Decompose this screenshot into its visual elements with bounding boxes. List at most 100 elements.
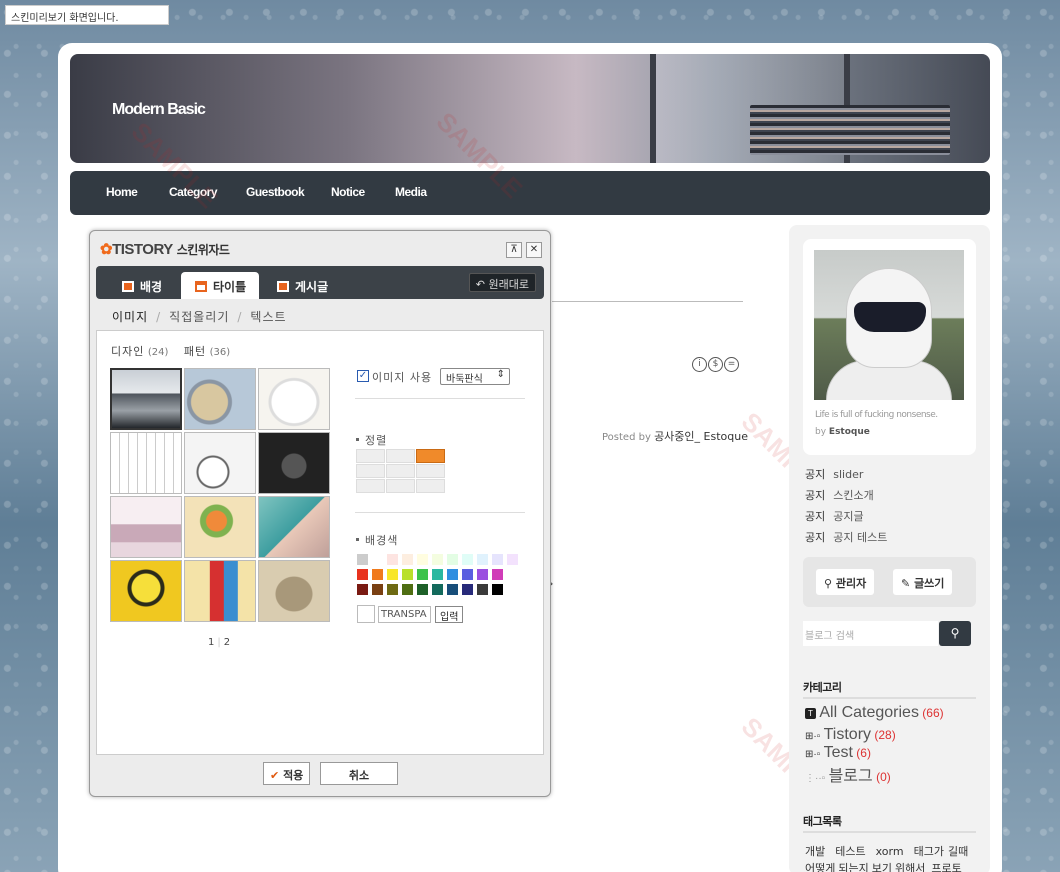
color-swatch[interactable] bbox=[401, 568, 414, 581]
tag-link[interactable]: 태그가 bbox=[914, 845, 944, 858]
tab-background[interactable]: 배경 bbox=[122, 272, 162, 299]
page-link[interactable]: 1 bbox=[208, 637, 214, 648]
color-swatch[interactable] bbox=[401, 583, 414, 596]
panel-tab-pattern[interactable]: 패턴 (36) bbox=[184, 345, 230, 358]
tag-link[interactable]: xorm bbox=[876, 845, 904, 858]
cancel-button[interactable]: 취소 bbox=[320, 762, 398, 785]
color-swatch[interactable] bbox=[476, 553, 489, 566]
site-title[interactable]: Modern Basic bbox=[112, 101, 206, 119]
admin-button[interactable]: ⚲ 관리자 bbox=[816, 569, 875, 595]
minimize-icon[interactable]: ⊼ bbox=[506, 242, 522, 258]
color-swatch[interactable] bbox=[491, 568, 504, 581]
close-icon[interactable]: ✕ bbox=[526, 242, 542, 258]
align-middle-center[interactable] bbox=[386, 464, 415, 478]
design-thumbnail[interactable] bbox=[184, 432, 256, 494]
tag-link[interactable]: 개발 bbox=[805, 845, 825, 858]
color-swatch[interactable] bbox=[446, 583, 459, 596]
color-swatch[interactable] bbox=[386, 553, 399, 566]
design-thumbnail[interactable] bbox=[184, 496, 256, 558]
category-item-all[interactable]: T All Categories (66) bbox=[805, 704, 944, 722]
color-swatch[interactable] bbox=[461, 553, 474, 566]
apply-button[interactable]: ✔ 적용 bbox=[263, 762, 311, 785]
notice-title[interactable]: 스킨소개 bbox=[833, 489, 873, 502]
nav-home[interactable]: Home bbox=[106, 185, 138, 199]
align-bottom-center[interactable] bbox=[386, 479, 415, 493]
list-item[interactable]: 공지 스킨소개 bbox=[805, 487, 887, 508]
list-item[interactable]: 공지 공지 테스트 bbox=[805, 529, 887, 550]
align-top-center[interactable] bbox=[386, 449, 415, 463]
color-swatch[interactable] bbox=[416, 553, 429, 566]
list-item[interactable]: 공지 slider bbox=[805, 466, 887, 487]
category-item-tistory[interactable]: ⊞·▫ Tistory (28) bbox=[805, 726, 896, 744]
color-swatch[interactable] bbox=[371, 568, 384, 581]
design-thumbnail[interactable] bbox=[258, 560, 330, 622]
color-swatch[interactable] bbox=[416, 583, 429, 596]
color-swatch[interactable] bbox=[356, 553, 369, 566]
category-item-test[interactable]: ⊞·▫ Test (6) bbox=[805, 744, 871, 762]
color-swatch[interactable] bbox=[431, 553, 444, 566]
tag-link[interactable]: 테스트 bbox=[835, 845, 865, 858]
tile-select[interactable]: 바둑판식 ⇕ bbox=[440, 368, 510, 385]
design-thumbnail[interactable] bbox=[110, 496, 182, 558]
tag-link[interactable]: 어떻게 bbox=[805, 862, 835, 872]
color-swatch[interactable] bbox=[476, 583, 489, 596]
search-input[interactable]: 블로그 검색 bbox=[803, 621, 938, 646]
color-swatch[interactable] bbox=[416, 568, 429, 581]
nav-category[interactable]: Category bbox=[169, 185, 218, 199]
nav-notice[interactable]: Notice bbox=[331, 185, 365, 199]
list-item[interactable]: 공지 공지글 bbox=[805, 508, 887, 529]
align-top-left[interactable] bbox=[356, 449, 385, 463]
align-top-right[interactable] bbox=[416, 449, 445, 463]
use-image-checkbox[interactable]: ✓ bbox=[357, 370, 369, 382]
color-swatch[interactable] bbox=[371, 583, 384, 596]
notice-title[interactable]: 공지 테스트 bbox=[833, 531, 887, 544]
color-swatch[interactable] bbox=[356, 583, 369, 596]
design-thumbnail[interactable] bbox=[258, 496, 330, 558]
subtab-image[interactable]: 이미지 bbox=[112, 310, 148, 324]
tab-post[interactable]: 게시글 bbox=[277, 272, 328, 299]
color-swatch[interactable] bbox=[431, 568, 444, 581]
design-thumbnail[interactable] bbox=[258, 432, 330, 494]
color-swatch[interactable] bbox=[446, 553, 459, 566]
color-swatch[interactable] bbox=[386, 583, 399, 596]
design-thumbnail[interactable] bbox=[184, 560, 256, 622]
design-thumbnail[interactable] bbox=[110, 560, 182, 622]
design-thumbnail[interactable] bbox=[110, 432, 182, 494]
align-bottom-right[interactable] bbox=[416, 479, 445, 493]
notice-title[interactable]: slider bbox=[833, 468, 863, 481]
subtab-text[interactable]: 텍스트 bbox=[250, 310, 286, 324]
color-swatch[interactable] bbox=[401, 553, 414, 566]
tab-title[interactable]: 타이틀 bbox=[181, 272, 259, 299]
notice-title[interactable]: 공지글 bbox=[833, 510, 863, 523]
tag-link[interactable]: 길때 bbox=[948, 845, 968, 858]
color-swatch[interactable] bbox=[356, 568, 369, 581]
color-swatch[interactable] bbox=[491, 553, 504, 566]
page-link[interactable]: 2 bbox=[224, 637, 230, 648]
color-swatch[interactable] bbox=[386, 568, 399, 581]
align-bottom-left[interactable] bbox=[356, 479, 385, 493]
design-thumbnail[interactable] bbox=[258, 368, 330, 430]
search-button[interactable]: ⚲ bbox=[939, 621, 971, 646]
tag-link[interactable]: 보기 bbox=[872, 862, 892, 872]
color-swatch[interactable] bbox=[506, 553, 519, 566]
color-input-button[interactable]: 입력 bbox=[435, 606, 464, 623]
color-swatch[interactable] bbox=[476, 568, 489, 581]
align-middle-right[interactable] bbox=[416, 464, 445, 478]
color-hex-input[interactable]: TRANSPA bbox=[378, 606, 431, 623]
design-thumbnail[interactable] bbox=[184, 368, 256, 430]
category-item-blog[interactable]: ⋮··▫ 블로그 (0) bbox=[805, 762, 891, 786]
color-swatch[interactable] bbox=[461, 568, 474, 581]
design-thumbnail[interactable] bbox=[110, 368, 182, 430]
post-author[interactable]: 공사중인_ Estoque bbox=[654, 430, 748, 443]
tag-link[interactable]: 되는지 bbox=[838, 862, 868, 872]
color-swatch[interactable] bbox=[491, 583, 504, 596]
color-swatch[interactable] bbox=[371, 553, 384, 566]
panel-tab-design[interactable]: 디자인 (24) bbox=[111, 345, 168, 358]
tag-link[interactable]: 위해서 bbox=[895, 862, 925, 872]
color-swatch[interactable] bbox=[431, 583, 444, 596]
reset-button[interactable]: ↶ 원래대로 bbox=[468, 273, 536, 292]
color-swatch[interactable] bbox=[461, 583, 474, 596]
write-button[interactable]: ✎ 글쓰기 bbox=[893, 569, 953, 595]
align-middle-left[interactable] bbox=[356, 464, 385, 478]
nav-media[interactable]: Media bbox=[395, 185, 427, 199]
